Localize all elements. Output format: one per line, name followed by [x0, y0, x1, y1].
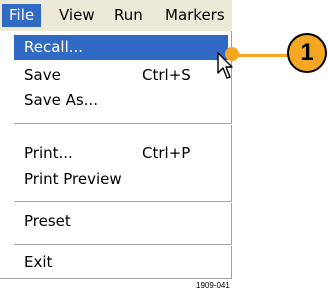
menu-view[interactable]: View — [52, 4, 102, 27]
menu-separator — [14, 123, 232, 125]
file-menu-dropdown: Recall... Save Ctrl+S Save As... Print..… — [0, 31, 232, 279]
menu-item-label: Preset — [24, 212, 71, 230]
menu-markers[interactable]: Markers — [158, 4, 232, 27]
menu-item-label: Recall... — [24, 38, 84, 56]
menu-item-print-preview[interactable]: Print Preview — [14, 167, 228, 192]
menu-item-label: Save As... — [24, 91, 98, 109]
callout-leader-line — [234, 54, 290, 57]
menu-file[interactable]: File — [2, 4, 42, 27]
menu-item-label: Exit — [24, 253, 53, 271]
menu-item-exit[interactable]: Exit — [14, 250, 228, 275]
screenshot-stage: File View Run Markers Recall... Save Ctr… — [0, 0, 328, 295]
menu-item-preset[interactable]: Preset — [14, 209, 228, 234]
figure-id-label: 1909-041 — [196, 281, 230, 290]
callout-number-badge: 1 — [287, 33, 327, 73]
menu-run[interactable]: Run — [107, 4, 150, 27]
menu-item-print[interactable]: Print... Ctrl+P — [14, 141, 228, 166]
menu-item-label: Save — [24, 66, 61, 84]
menu-item-label: Print Preview — [24, 170, 122, 188]
menu-bar: File View Run Markers — [0, 0, 232, 32]
menu-item-save-as[interactable]: Save As... — [14, 88, 228, 113]
mouse-pointer-icon — [217, 52, 233, 79]
menu-item-label: Print... — [24, 144, 73, 162]
menu-item-recall[interactable]: Recall... — [14, 35, 228, 60]
menu-item-save[interactable]: Save Ctrl+S — [14, 63, 228, 88]
menu-item-shortcut: Ctrl+P — [142, 144, 191, 162]
menu-item-shortcut: Ctrl+S — [142, 66, 191, 84]
menu-separator — [14, 244, 232, 246]
menu-separator — [14, 201, 232, 203]
